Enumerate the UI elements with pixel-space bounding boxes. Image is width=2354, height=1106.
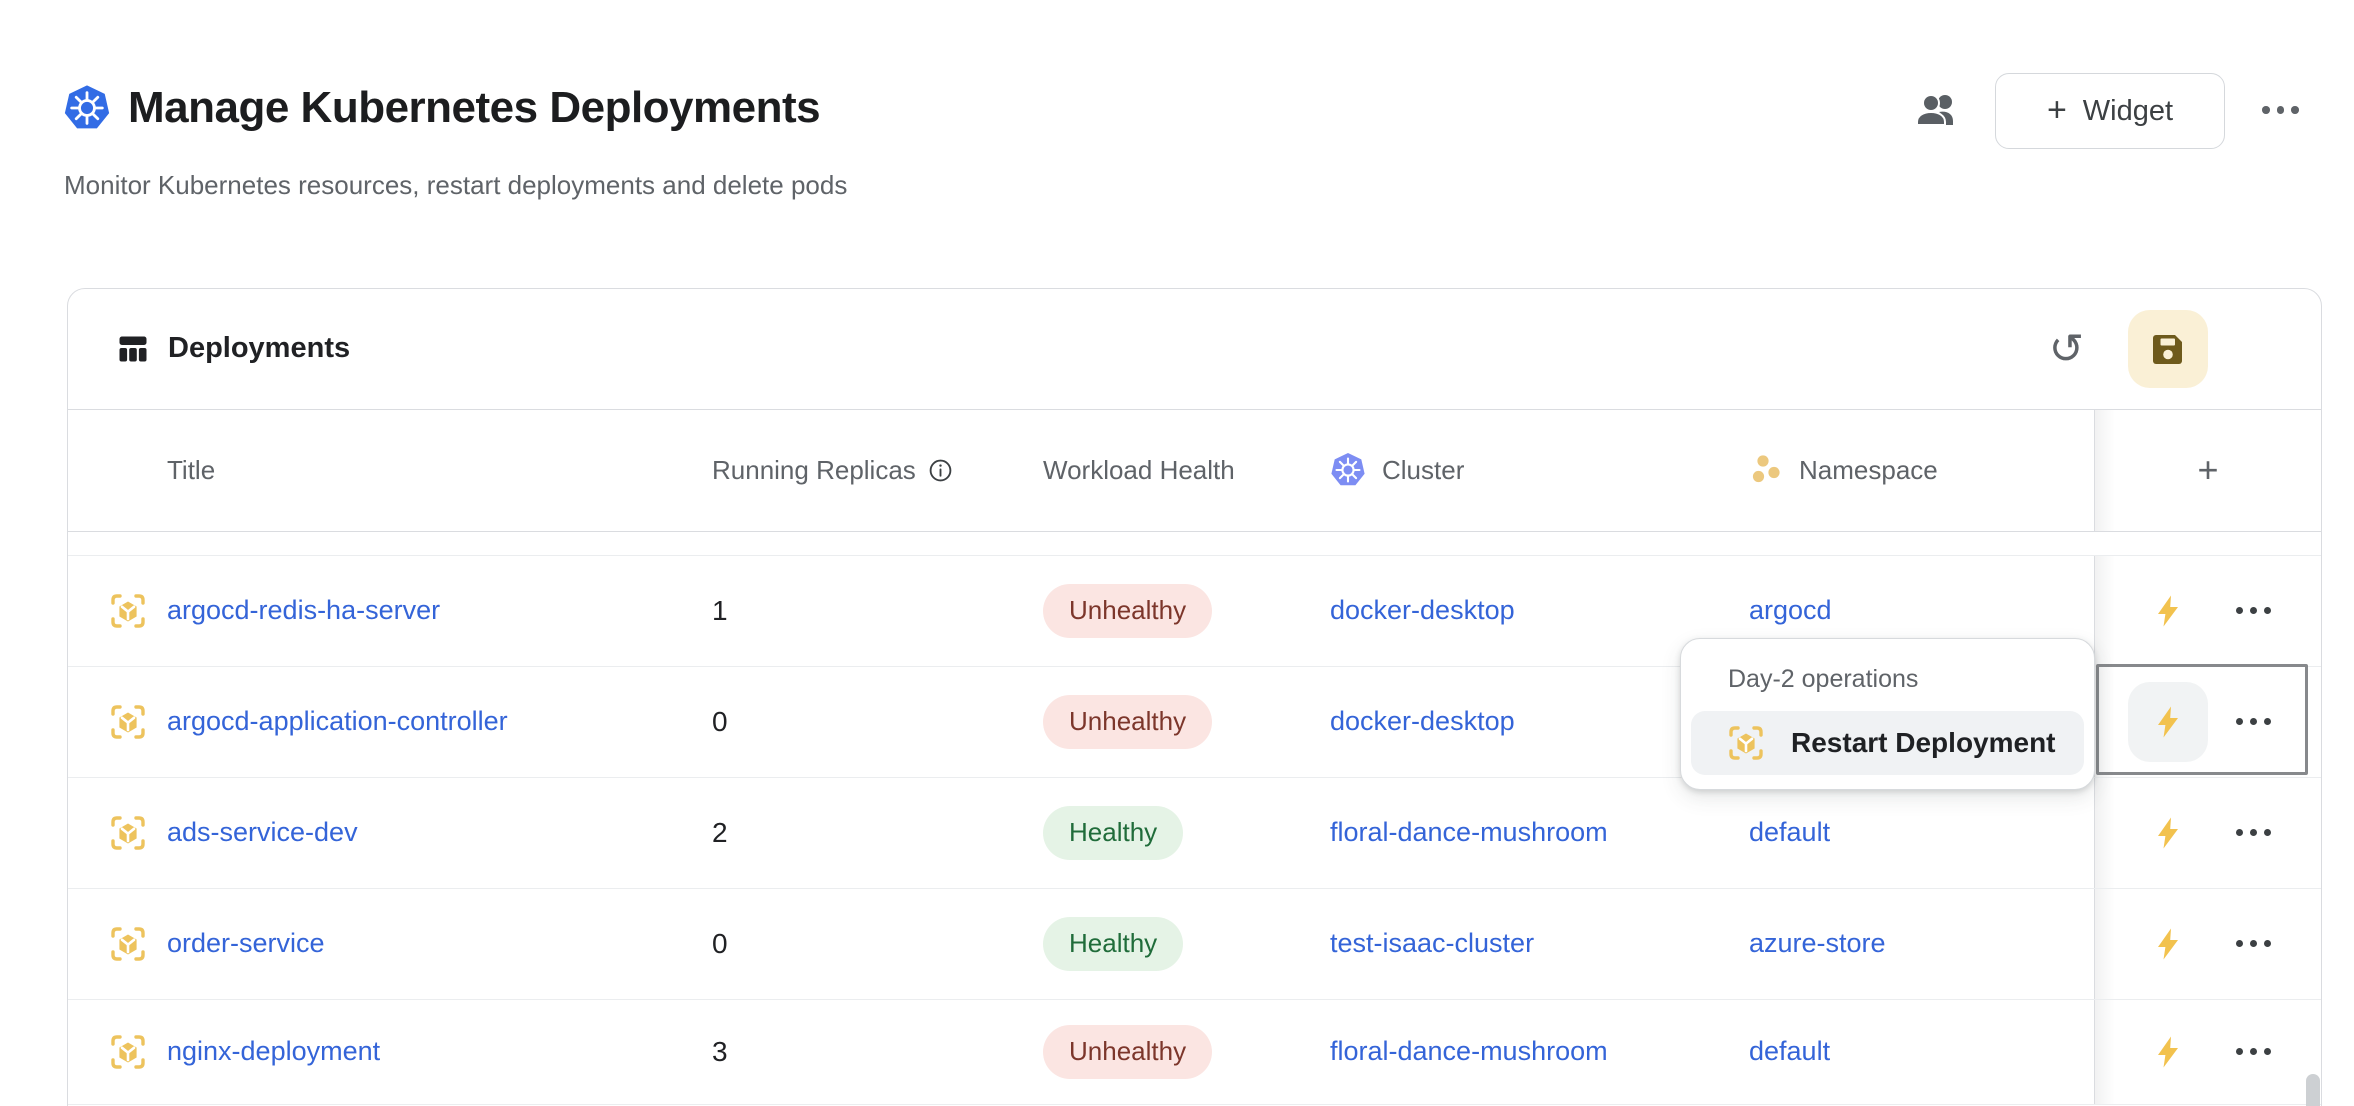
deployment-resource-icon bbox=[110, 1034, 146, 1070]
day2-operations-button[interactable] bbox=[2128, 571, 2208, 651]
row-more-options-icon[interactable] bbox=[2236, 829, 2271, 836]
plus-icon: + bbox=[2197, 449, 2218, 491]
cluster-link[interactable]: test-isaac-cluster bbox=[1330, 928, 1534, 959]
workload-health-badge: Unhealthy bbox=[1043, 584, 1212, 638]
row-more-options-icon[interactable] bbox=[2236, 718, 2271, 725]
table-columns-icon bbox=[116, 332, 150, 366]
add-column-button[interactable]: + bbox=[2094, 410, 2321, 531]
column-header-namespace[interactable]: Namespace bbox=[1739, 452, 2094, 488]
share-people-icon[interactable] bbox=[1915, 91, 1961, 129]
widget-header: Deployments ↺ bbox=[68, 289, 2321, 410]
deployment-title-link[interactable]: argocd-redis-ha-server bbox=[167, 595, 440, 626]
day2-operations-button[interactable] bbox=[2128, 1012, 2208, 1092]
partially-scrolled-row bbox=[68, 532, 2321, 556]
lightning-bolt-icon bbox=[2150, 926, 2186, 962]
undo-icon[interactable]: ↺ bbox=[2049, 328, 2084, 370]
cluster-link[interactable]: docker-desktop bbox=[1330, 706, 1515, 737]
row-more-options-icon[interactable] bbox=[2236, 940, 2271, 947]
cluster-link[interactable]: floral-dance-mushroom bbox=[1330, 817, 1608, 848]
page-more-options-icon[interactable] bbox=[2262, 106, 2299, 114]
page-title: Manage Kubernetes Deployments bbox=[128, 80, 820, 136]
namespace-link[interactable]: default bbox=[1749, 817, 1830, 848]
day2-operations-menu: Day-2 operations Restart Deployment bbox=[1680, 638, 2095, 790]
lightning-bolt-icon bbox=[2150, 815, 2186, 851]
kubernetes-cluster-icon bbox=[1330, 452, 1366, 488]
table-row: nginx-deployment 3 Unhealthy floral-danc… bbox=[68, 1000, 2321, 1105]
info-icon[interactable] bbox=[928, 458, 953, 483]
cluster-link[interactable]: floral-dance-mushroom bbox=[1330, 1036, 1608, 1067]
table-body: argocd-redis-ha-server 1 Unhealthy docke… bbox=[68, 532, 2321, 1105]
deployment-title-link[interactable]: order-service bbox=[167, 928, 325, 959]
deployment-title-link[interactable]: ads-service-dev bbox=[167, 817, 358, 848]
floppy-disk-icon bbox=[2151, 332, 2185, 366]
namespace-dots-icon bbox=[1749, 452, 1785, 488]
deployment-resource-icon bbox=[110, 704, 146, 740]
add-widget-button[interactable]: + Widget bbox=[1995, 73, 2225, 149]
table-row: order-service 0 Healthy test-isaac-clust… bbox=[68, 889, 2321, 1000]
workload-health-badge: Unhealthy bbox=[1043, 1025, 1212, 1079]
add-widget-label: Widget bbox=[2083, 95, 2173, 128]
vertical-scrollbar-thumb[interactable] bbox=[2306, 1074, 2320, 1106]
running-replicas-value: 0 bbox=[712, 706, 728, 738]
running-replicas-value: 0 bbox=[712, 928, 728, 960]
deployment-title-link[interactable]: argocd-application-controller bbox=[167, 706, 508, 737]
day2-operations-button[interactable] bbox=[2128, 682, 2208, 762]
plus-icon: + bbox=[2047, 93, 2067, 127]
column-header-workload-health[interactable]: Workload Health bbox=[1043, 455, 1322, 486]
kubernetes-logo-icon bbox=[63, 84, 111, 132]
deployment-resource-icon bbox=[110, 593, 146, 629]
running-replicas-value: 2 bbox=[712, 817, 728, 849]
running-replicas-value: 3 bbox=[712, 1036, 728, 1068]
namespace-link[interactable]: argocd bbox=[1749, 595, 1832, 626]
column-header-running-replicas[interactable]: Running Replicas bbox=[709, 455, 1043, 486]
page-subtitle: Monitor Kubernetes resources, restart de… bbox=[64, 166, 847, 204]
namespace-link[interactable]: azure-store bbox=[1749, 928, 1886, 959]
lightning-bolt-icon bbox=[2150, 1034, 2186, 1070]
deployment-resource-icon bbox=[110, 815, 146, 851]
day2-operations-button[interactable] bbox=[2128, 793, 2208, 873]
row-more-options-icon[interactable] bbox=[2236, 1048, 2271, 1055]
column-header-title[interactable]: Title bbox=[68, 455, 709, 486]
menu-item-label: Restart Deployment bbox=[1791, 727, 2056, 759]
widget-title: Deployments bbox=[168, 332, 350, 365]
table-header-row: Title Running Replicas Workload Health bbox=[68, 410, 2321, 532]
workload-health-badge: Unhealthy bbox=[1043, 695, 1212, 749]
deployment-resource-icon bbox=[110, 926, 146, 962]
running-replicas-value: 1 bbox=[712, 595, 728, 627]
cluster-link[interactable]: docker-desktop bbox=[1330, 595, 1515, 626]
deployment-title-link[interactable]: nginx-deployment bbox=[167, 1036, 380, 1067]
lightning-bolt-icon bbox=[2150, 593, 2186, 629]
table-row: ads-service-dev 2 Healthy floral-dance-m… bbox=[68, 778, 2321, 889]
page: Manage Kubernetes Deployments Monitor Ku… bbox=[0, 0, 2354, 1106]
day2-operations-button[interactable] bbox=[2128, 904, 2208, 984]
deployment-resource-icon bbox=[1728, 725, 1764, 761]
menu-section-label: Day-2 operations bbox=[1728, 665, 2084, 694]
namespace-link[interactable]: default bbox=[1749, 1036, 1830, 1067]
lightning-bolt-icon bbox=[2150, 704, 2186, 740]
workload-health-badge: Healthy bbox=[1043, 917, 1183, 971]
column-header-cluster[interactable]: Cluster bbox=[1322, 452, 1739, 488]
menu-item-restart-deployment[interactable]: Restart Deployment bbox=[1691, 711, 2084, 775]
save-button[interactable] bbox=[2128, 310, 2208, 388]
widget-actions: ↺ bbox=[2049, 289, 2208, 408]
workload-health-badge: Healthy bbox=[1043, 806, 1183, 860]
row-more-options-icon[interactable] bbox=[2236, 607, 2271, 614]
